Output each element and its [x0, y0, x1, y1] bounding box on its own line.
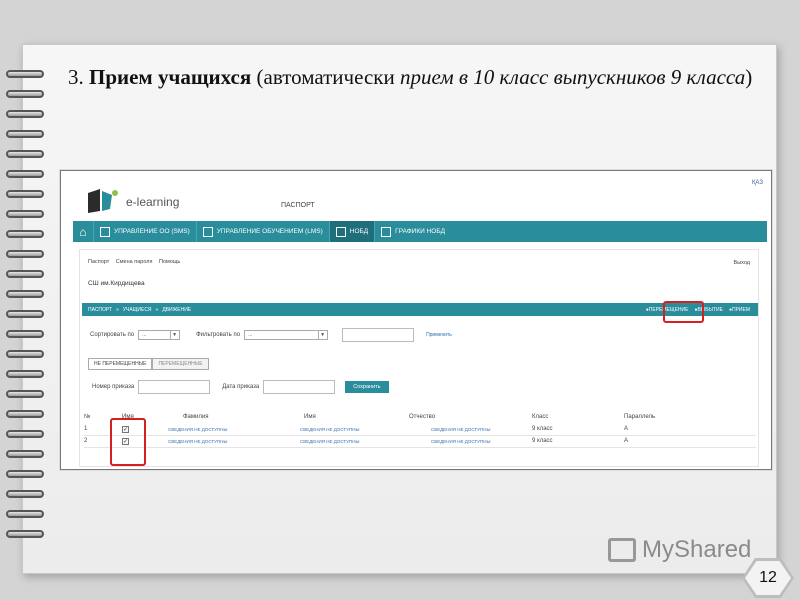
top-links: Паспорт Смена пароля Помощь [88, 259, 185, 265]
apply-link[interactable]: Применить [426, 332, 452, 338]
spiral-binding [6, 70, 46, 550]
filter-select[interactable]: ... ▼ [244, 330, 329, 340]
logo-icon [88, 189, 118, 213]
logo-text: e-learning [126, 195, 180, 209]
link-passport[interactable]: Паспорт [88, 259, 109, 265]
main-navbar: ⌂ УПРАВЛЕНИЕ ОО (SMS) УПРАВЛЕНИЕ ОБУЧЕНИ… [73, 221, 767, 242]
filters: Сортировать по ... ▼ Фильтровать по ... ▼ … [90, 328, 452, 342]
col-class: Класс [532, 414, 549, 420]
filter-value: ... [248, 332, 253, 338]
highlight-admission-action [663, 301, 704, 323]
home-icon[interactable]: ⌂ [73, 221, 93, 242]
order-date-label: Дата приказа [222, 384, 260, 390]
table-header: № Имя Фамилия Имя Отчество Класс Паралле… [84, 412, 756, 424]
table-row[interactable]: 2 ✓ СВЕДЕНИЯ НЕ ДОСТУПНЫ СВЕДЕНИЯ НЕ ДОС… [84, 436, 756, 448]
filter-input[interactable] [342, 328, 415, 342]
monitor-icon [100, 226, 110, 237]
title-number: 3. [68, 65, 84, 89]
link-change-password[interactable]: Смена пароля [116, 259, 153, 265]
breadcrumb-students[interactable]: УЧАЩИЕСЯ [123, 307, 152, 313]
logout-link[interactable]: Выход [734, 260, 750, 266]
nav-nobd-charts-label: ГРАФИКИ НОБД [395, 228, 446, 235]
logo[interactable]: e-learning [86, 183, 226, 221]
sort-label: Сортировать по [90, 332, 135, 338]
order-number-input[interactable] [138, 380, 211, 394]
action-admission[interactable]: ПРИЕМ [729, 307, 750, 313]
title-paren-open: (автоматически [256, 65, 400, 89]
document-icon [202, 226, 213, 237]
col-parallel: Параллель [624, 414, 656, 420]
watermark: MyShared [608, 536, 751, 564]
nav-lms[interactable]: УПРАВЛЕНИЕ ОБУЧЕНИЕМ (LMS) [195, 221, 329, 242]
chart-icon [335, 226, 346, 237]
tab-not-transferred[interactable]: НЕ ПЕРЕМЕЩЕННЫЕ [88, 358, 153, 370]
chart-icon [381, 226, 392, 237]
nav-nobd-charts[interactable]: ГРАФИКИ НОБД [374, 221, 451, 242]
sort-select[interactable]: ... ▼ [138, 330, 181, 340]
row-lastname[interactable]: СВЕДЕНИЯ НЕ ДОСТУПНЫ [168, 439, 228, 444]
filter-label: Фильтровать по [196, 332, 241, 338]
header-title: ПАСПОРТ [281, 202, 315, 209]
watermark-text: MyShared [642, 536, 752, 563]
row-number: 2 [84, 438, 88, 444]
title-bold: Прием учащихся [89, 65, 252, 89]
col-firstname: Имя [304, 414, 316, 420]
row-parallel: А [624, 438, 629, 444]
order-number-label: Номер приказа [92, 384, 135, 390]
students-table: № Имя Фамилия Имя Отчество Класс Паралле… [84, 412, 756, 448]
content-panel: Паспорт Смена пароля Помощь Выход СШ им.… [79, 249, 759, 467]
title-italic: прием в 10 класс выпускников 9 класса [399, 65, 746, 89]
title-paren-close: ) [745, 65, 753, 89]
row-class: 9 класс [532, 438, 553, 444]
row-number: 1 [84, 426, 88, 432]
breadcrumb-separator: » [116, 306, 119, 313]
link-help[interactable]: Помощь [159, 259, 180, 265]
order-date-input[interactable] [263, 380, 336, 394]
nav-sms[interactable]: УПРАВЛЕНИЕ ОО (SMS) [93, 221, 196, 242]
nav-nobd-label: НОБД [349, 228, 369, 235]
col-number: № [84, 414, 91, 420]
row-middlename[interactable]: СВЕДЕНИЯ НЕ ДОСТУПНЫ [431, 439, 491, 444]
order-form: Номер приказа Дата приказа Сохранить [92, 380, 389, 394]
col-middlename: Отчество [409, 414, 436, 420]
sort-value: ... [142, 332, 147, 338]
row-parallel: А [624, 426, 629, 432]
breadcrumb-movement: ДВИЖЕНИЕ [162, 306, 192, 313]
row-class: 9 класс [532, 426, 553, 432]
highlight-select-column [110, 418, 146, 466]
col-lastname: Фамилия [183, 414, 209, 420]
table-row[interactable]: 1 ✓ СВЕДЕНИЯ НЕ ДОСТУПНЫ СВЕДЕНИЯ НЕ ДОС… [84, 424, 756, 436]
nav-sms-label: УПРАВЛЕНИЕ ОО (SMS) [114, 228, 190, 235]
chevron-down-icon: ▼ [318, 331, 326, 339]
watermark-icon [608, 538, 636, 562]
tab-transferred[interactable]: ПЕРЕМЕЩЕННЫЕ [152, 358, 209, 370]
breadcrumb-passport[interactable]: ПАСПОРТ [88, 307, 112, 313]
breadcrumb: ПАСПОРТ » УЧАЩИЕСЯ » ДВИЖЕНИЕ ПЕРЕМЕЩЕНИ… [82, 303, 758, 316]
breadcrumb-separator: » [155, 306, 159, 313]
row-firstname[interactable]: СВЕДЕНИЯ НЕ ДОСТУПНЫ [300, 439, 360, 444]
row-middlename[interactable]: СВЕДЕНИЯ НЕ ДОСТУПНЫ [431, 427, 491, 432]
row-firstname[interactable]: СВЕДЕНИЯ НЕ ДОСТУПНЫ [300, 427, 360, 432]
school-name: СШ им.Кирдищева [88, 280, 145, 287]
nav-lms-label: УПРАВЛЕНИЕ ОБУЧЕНИЕМ (LMS) [216, 228, 323, 235]
slide-title: 3. Прием учащихся (автоматически прием в… [68, 62, 768, 92]
nav-nobd[interactable]: НОБД [328, 221, 375, 242]
chevron-down-icon: ▼ [170, 331, 178, 339]
row-lastname[interactable]: СВЕДЕНИЯ НЕ ДОСТУПНЫ [168, 427, 228, 432]
save-button[interactable]: Сохранить [345, 381, 389, 393]
language-switch[interactable]: ҚАЗ [752, 180, 763, 186]
tab-strip: НЕ ПЕРЕМЕЩЕННЫЕ ПЕРЕМЕЩЕННЫЕ [88, 358, 209, 370]
